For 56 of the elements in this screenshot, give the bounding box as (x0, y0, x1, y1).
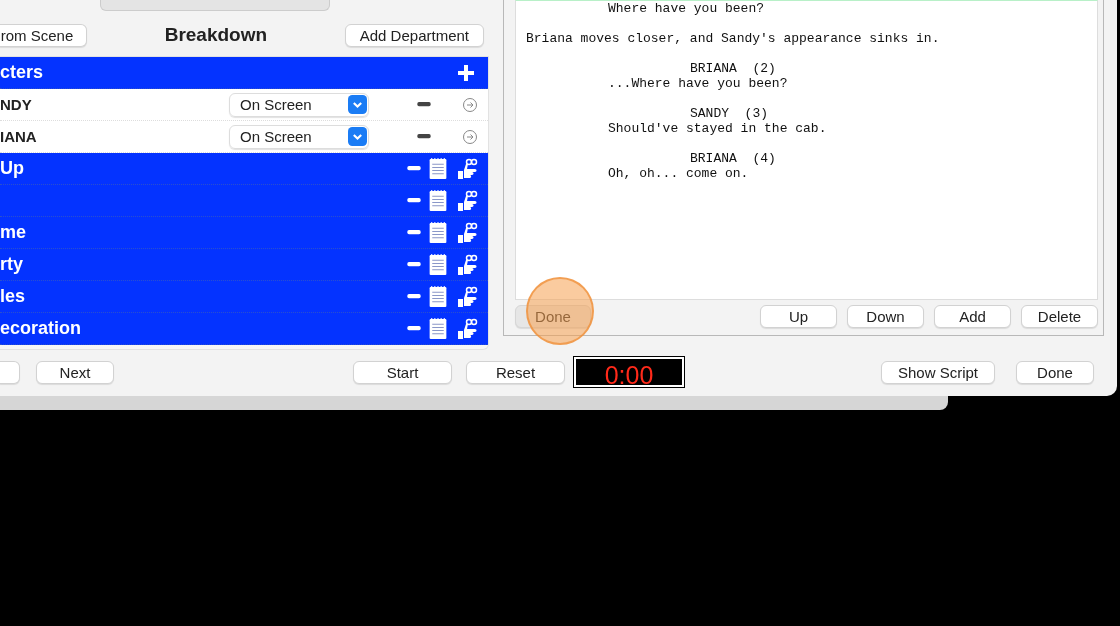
minus-icon[interactable] (406, 166, 422, 171)
plus-icon[interactable] (457, 63, 475, 82)
next-button[interactable]: Next (36, 360, 114, 384)
minus-icon[interactable] (416, 102, 432, 107)
finger-string-icon[interactable] (456, 189, 478, 212)
arrow-circle-icon[interactable] (462, 96, 478, 113)
notepad-icon[interactable] (428, 285, 448, 308)
minus-icon[interactable] (416, 134, 432, 139)
reset-button[interactable]: Reset (466, 360, 565, 384)
script-dialogue: Where have you been? (607, 1, 766, 16)
script-character: BRIANA (2) (689, 61, 777, 76)
department-name: ecoration (0, 318, 83, 339)
script-button[interactable]: Up (760, 305, 837, 328)
from-scene-button[interactable]: rom Scene (0, 23, 87, 47)
start-button[interactable]: Start (353, 360, 452, 384)
department-name: les (0, 286, 27, 307)
breakdown-title: Breakdown (163, 24, 269, 47)
script-button[interactable]: Down (847, 305, 924, 328)
finger-string-icon[interactable] (456, 221, 478, 244)
finger-string-icon[interactable] (456, 317, 478, 340)
minus-icon[interactable] (406, 294, 422, 299)
finger-string-icon[interactable] (456, 253, 478, 276)
character-name: IANA (0, 128, 38, 145)
script-dialogue: Oh, oh... come on. (607, 166, 750, 181)
script-dialogue: ...Where have you been? (607, 76, 789, 91)
script-button[interactable]: Add (934, 305, 1011, 328)
finger-string-icon[interactable] (456, 285, 478, 308)
add-department-button[interactable]: Add Department (344, 23, 484, 47)
script-character: BRIANA (4) (689, 151, 777, 166)
notepad-icon[interactable] (428, 189, 448, 212)
notepad-icon[interactable] (428, 157, 448, 180)
script-action: Briana moves closer, and Sandy's appearance sinks in. (526, 31, 941, 46)
script-button[interactable]: Delete (1021, 305, 1098, 328)
minus-icon[interactable] (406, 230, 422, 235)
minus-icon[interactable] (406, 262, 422, 267)
department-name: rty (0, 254, 24, 275)
minus-icon[interactable] (406, 198, 422, 203)
show-script-button[interactable]: Show Script (880, 360, 995, 384)
script-dialogue: Should've stayed in the cab. (607, 121, 828, 136)
chevron-down-icon (348, 95, 367, 114)
department-name: Up (0, 158, 25, 179)
status-dropdown[interactable]: On Screen (229, 124, 369, 149)
timer-display: 0:00 (574, 357, 684, 387)
notepad-icon[interactable] (428, 253, 448, 276)
section-header: cters (0, 62, 45, 83)
done-button[interactable]: Done (1016, 360, 1094, 384)
character-name: NDY (0, 96, 33, 113)
arrow-circle-icon[interactable] (462, 128, 478, 145)
notepad-icon[interactable] (428, 221, 448, 244)
status-dropdown[interactable]: On Screen (229, 92, 369, 117)
notepad-icon[interactable] (428, 317, 448, 340)
finger-string-icon[interactable] (456, 157, 478, 180)
minus-icon[interactable] (406, 326, 422, 331)
chevron-down-icon (348, 127, 367, 146)
script-character: SANDY (3) (689, 106, 769, 121)
department-name: me (0, 222, 27, 243)
